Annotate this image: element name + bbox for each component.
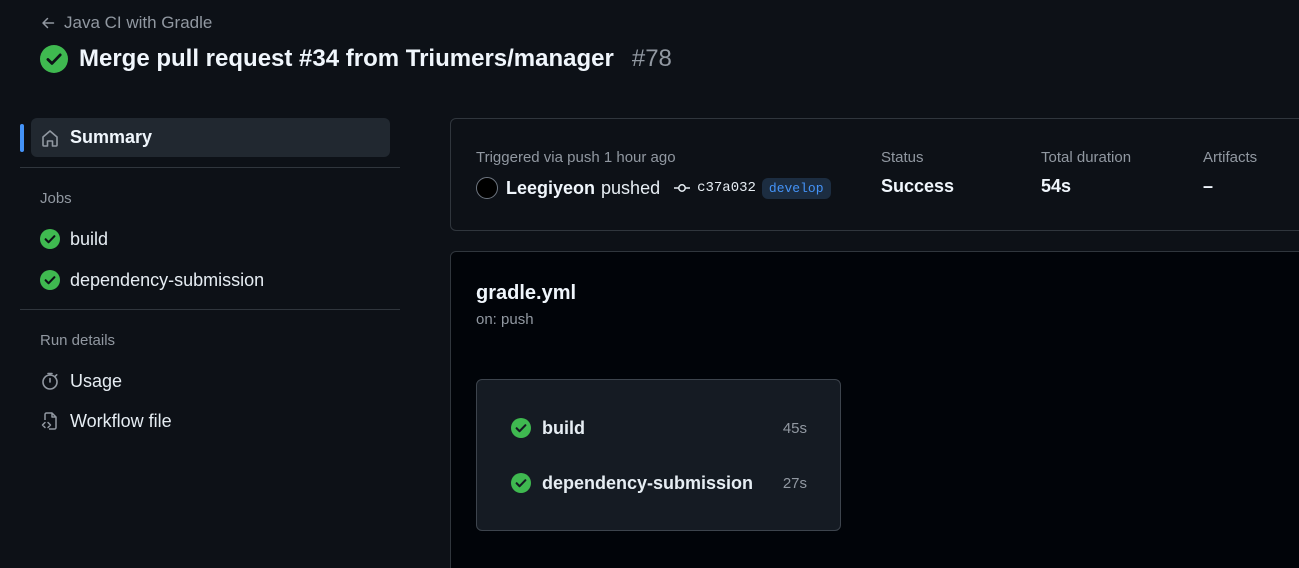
commit-sha-link[interactable]: c37a032 <box>697 180 756 196</box>
workflow-graph-card: gradle.yml on: push build 45s dependency… <box>450 251 1299 568</box>
arrow-left-icon <box>42 17 55 29</box>
git-commit-icon <box>674 184 691 192</box>
sidebar-active-indicator <box>20 124 24 152</box>
branch-badge[interactable]: develop <box>761 177 831 199</box>
status-label: Status <box>881 149 924 166</box>
stopwatch-icon <box>42 372 58 390</box>
sidebar-item-label: build <box>70 228 109 249</box>
job-row-dependency-submission[interactable]: dependency-submission 27s <box>511 470 807 496</box>
job-group-box: build 45s dependency-submission 27s <box>476 379 841 531</box>
actor-link[interactable]: Leegiyeon <box>506 178 595 199</box>
sidebar-item-workflow-file[interactable]: Workflow file <box>31 405 390 437</box>
sidebar-item-job-dependency-submission[interactable]: dependency-submission <box>31 264 390 296</box>
sidebar-item-label: dependency-submission <box>70 269 265 290</box>
sidebar-item-label: Usage <box>70 370 123 391</box>
duration-label: Total duration <box>1041 149 1132 166</box>
sidebar-divider <box>20 309 400 310</box>
sidebar-item-job-build[interactable]: build <box>31 223 390 255</box>
file-code-icon <box>41 412 57 430</box>
workflow-trigger: on: push <box>476 311 534 328</box>
run-summary-card: Triggered via push 1 hour ago Leegiyeon … <box>450 118 1299 231</box>
workflow-file-name: gradle.yml <box>476 282 577 304</box>
trigger-text: Triggered via push 1 hour ago <box>476 149 676 166</box>
artifacts-value: – <box>1203 176 1214 196</box>
sidebar-heading-run-details: Run details <box>40 332 116 349</box>
sidebar-item-summary[interactable]: Summary <box>31 118 390 157</box>
check-circle-fill-icon <box>511 418 531 438</box>
page-title: Merge pull request #34 from Triumers/man… <box>79 45 614 72</box>
job-duration: 45s <box>782 419 807 437</box>
sidebar-item-usage[interactable]: Usage <box>31 365 390 397</box>
avatar[interactable] <box>476 177 498 199</box>
run-title-row: Merge pull request #34 from Triumers/man… <box>40 42 672 76</box>
job-name: dependency-submission <box>542 472 754 493</box>
run-number: #78 <box>631 45 672 72</box>
sidebar-heading-jobs: Jobs <box>40 190 72 207</box>
check-circle-fill-icon <box>40 45 68 73</box>
check-circle-fill-icon <box>40 270 60 290</box>
sidebar-item-label: Summary <box>70 127 153 147</box>
check-circle-fill-icon <box>511 473 531 493</box>
back-link[interactable]: Java CI with Gradle <box>40 12 212 34</box>
job-row-build[interactable]: build 45s <box>511 415 807 441</box>
push-info: Leegiyeon pushed c37a032 develop <box>476 177 831 199</box>
check-circle-fill-icon <box>40 229 60 249</box>
job-duration: 27s <box>782 474 807 492</box>
job-name: build <box>542 417 585 438</box>
sidebar-item-label: Workflow file <box>70 410 172 431</box>
status-value: Success <box>881 176 955 196</box>
action-text: pushed <box>601 177 661 198</box>
artifacts-label: Artifacts <box>1203 149 1258 166</box>
home-icon <box>42 129 58 147</box>
sidebar-divider <box>20 167 400 168</box>
duration-value: 54s <box>1041 176 1072 196</box>
back-link-label: Java CI with Gradle <box>64 13 213 32</box>
